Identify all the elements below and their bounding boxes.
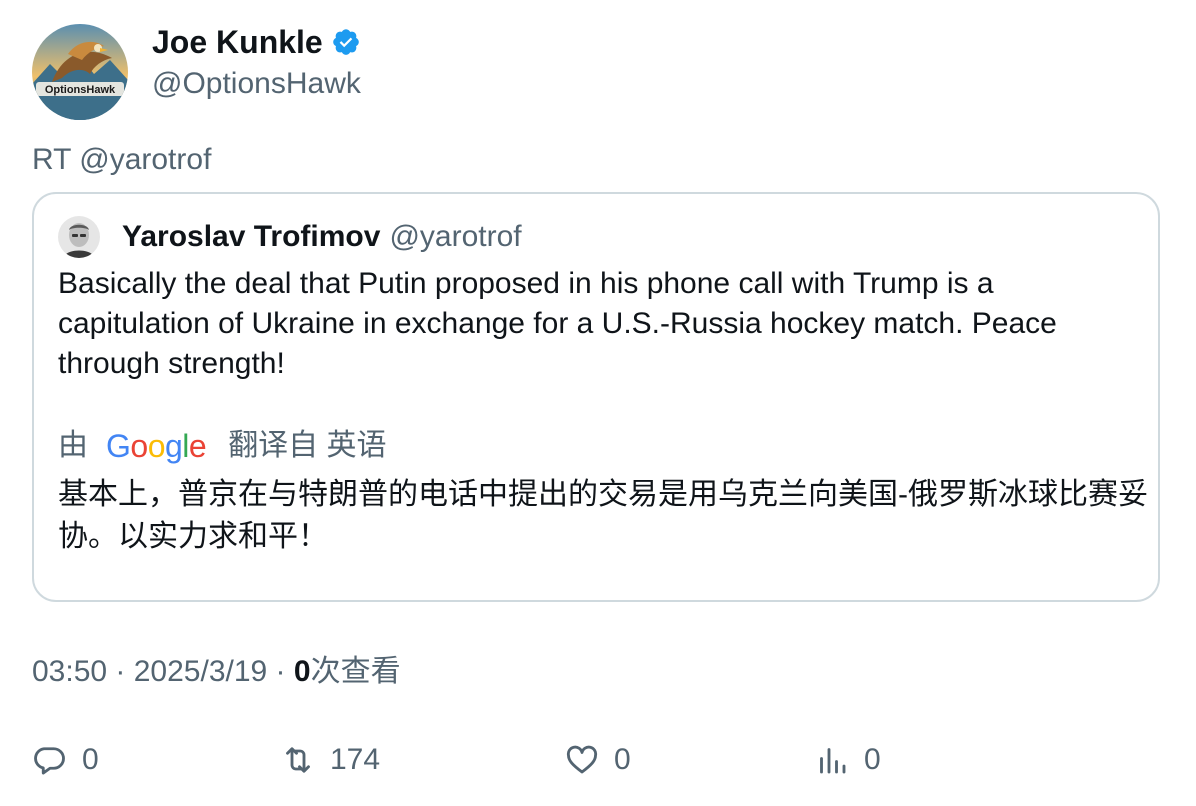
display-name-row: Joe Kunkle (152, 24, 361, 60)
author-names: Joe Kunkle @OptionsHawk (152, 24, 361, 104)
verified-badge-icon[interactable] (331, 27, 361, 57)
google-logo-icon: Google (106, 428, 207, 464)
tweet-header: OptionsHawk Joe Kunkle @OptionsHawk (32, 24, 361, 120)
views-label: 次查看 (310, 655, 401, 688)
meta-separator: · (267, 655, 294, 688)
retweet-text: RT @yarotrof (32, 143, 212, 176)
heart-icon (566, 745, 598, 774)
tweet-time[interactable]: 03:50 (32, 655, 107, 688)
author-avatar[interactable]: OptionsHawk (32, 24, 128, 120)
avatar-image: OptionsHawk (32, 24, 128, 120)
translation-by-prefix: 由 (58, 429, 88, 462)
views-action-count: 0 (864, 743, 881, 776)
tweet-actions: 0 174 0 0 (32, 740, 1162, 784)
meta-separator: · (107, 655, 134, 688)
quoted-author-display-name[interactable]: Yaroslav Trofimov (122, 217, 380, 257)
views-button[interactable]: 0 (814, 740, 881, 780)
retweet-button[interactable]: 174 (280, 740, 380, 780)
like-button[interactable]: 0 (564, 740, 631, 780)
quoted-author-avatar[interactable] (58, 216, 100, 258)
retweet-count: 174 (330, 743, 381, 776)
translation-attribution: 由 Google 翻译自 英语 (58, 426, 387, 466)
author-display-name[interactable]: Joe Kunkle (152, 24, 323, 60)
translated-text: 基本上，普京在与特朗普的电话中提出的交易是用乌克兰向美国-俄罗斯冰球比赛妥协。以… (58, 478, 1148, 553)
avatar-logo-text: OptionsHawk (45, 84, 116, 96)
tweet-meta: 03:50 · 2025/3/19 · 0次查看 (32, 652, 401, 692)
quoted-tweet-header: Yaroslav Trofimov @yarotrof (58, 216, 522, 258)
views-count: 0 (293, 655, 311, 688)
analytics-icon (820, 748, 846, 774)
author-handle[interactable]: @OptionsHawk (152, 64, 361, 104)
reply-count: 0 (82, 743, 99, 776)
quoted-tweet-card[interactable]: Yaroslav Trofimov @yarotrof Basically th… (32, 192, 1160, 602)
like-count: 0 (614, 743, 631, 776)
quoted-tweet-text: Basically the deal that Putin proposed i… (58, 267, 1057, 380)
translation-source-label: 翻译自 英语 (228, 429, 387, 462)
reply-button[interactable]: 0 (32, 740, 99, 780)
retweet-icon (286, 747, 310, 773)
tweet-date[interactable]: 2025/3/19 (134, 655, 267, 688)
reply-icon (34, 747, 65, 775)
quoted-author-handle[interactable]: @yarotrof (389, 217, 521, 257)
